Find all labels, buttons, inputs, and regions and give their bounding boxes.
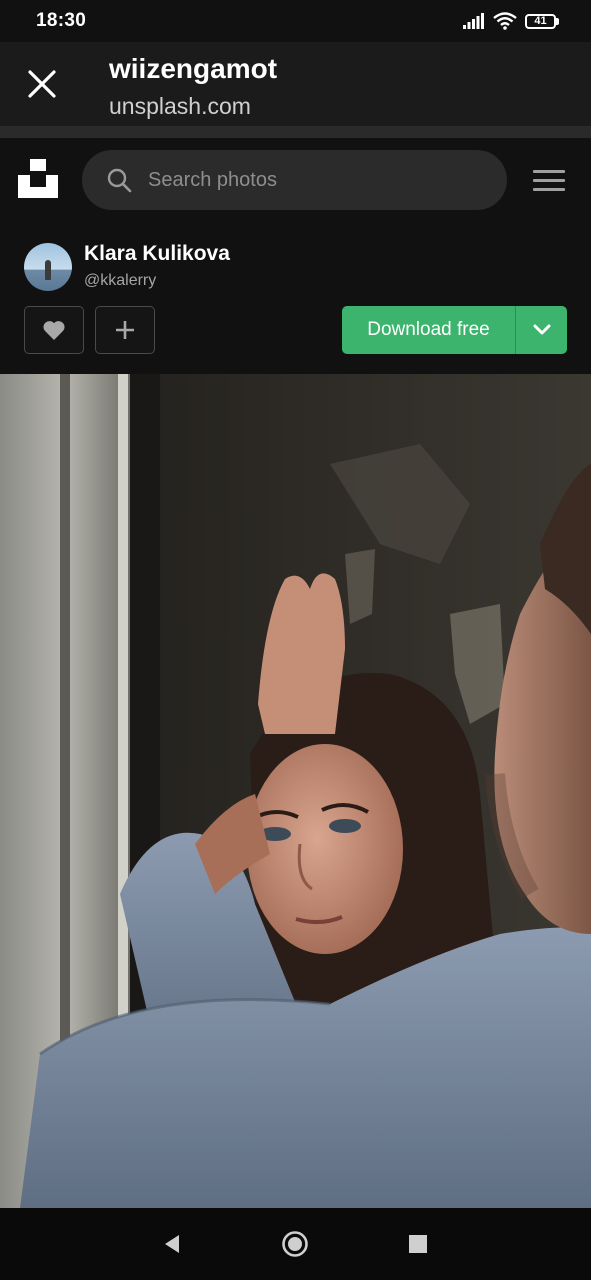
like-button[interactable] [24,306,84,354]
search-input[interactable]: Search photos [82,150,507,210]
status-time: 18:30 [36,10,87,31]
signal-icon [463,13,484,29]
unsplash-logo-icon[interactable] [18,158,58,198]
search-icon [107,168,132,193]
battery-icon: 41 [525,13,559,29]
download-button-group: Download free [342,306,567,354]
browser-toolbar: wiizengamot unsplash.com [0,42,591,126]
wifi-icon [493,12,517,30]
back-icon [165,1235,179,1253]
hamburger-menu-icon[interactable] [533,164,565,196]
close-icon [28,70,56,98]
add-to-collection-button[interactable] [95,306,155,354]
download-options-button[interactable] [516,306,567,354]
screen: 18:30 41 wiizengamot unsplash.com Search… [0,0,591,1280]
chevron-down-icon [533,324,550,335]
download-button[interactable]: Download free [342,306,515,354]
search-placeholder: Search photos [148,168,277,191]
page-url: unsplash.com [109,93,251,119]
author-handle[interactable]: @kkalerry [84,270,230,292]
status-icons: 41 [463,12,559,30]
system-nav-bar [0,1208,591,1280]
back-button[interactable] [158,1230,186,1258]
toolbar-divider [0,126,591,138]
site-header: Search photos Klara Kulikova @kkalerry D… [0,138,591,374]
author-name[interactable]: Klara Kulikova [84,242,230,266]
photo[interactable] [0,374,591,1208]
page-title: wiizengamot [109,53,278,84]
status-bar: 18:30 41 [0,0,591,42]
home-button[interactable] [281,1230,309,1258]
battery-level: 41 [525,13,556,29]
photo-image [0,374,591,1208]
recents-icon [409,1235,427,1253]
recents-button[interactable] [404,1230,432,1258]
avatar[interactable] [24,243,72,291]
close-tab-button[interactable] [20,62,64,106]
home-icon [282,1231,308,1257]
author-info[interactable]: Klara Kulikova @kkalerry [24,242,230,292]
heart-icon [43,321,65,340]
plus-icon [116,321,134,339]
